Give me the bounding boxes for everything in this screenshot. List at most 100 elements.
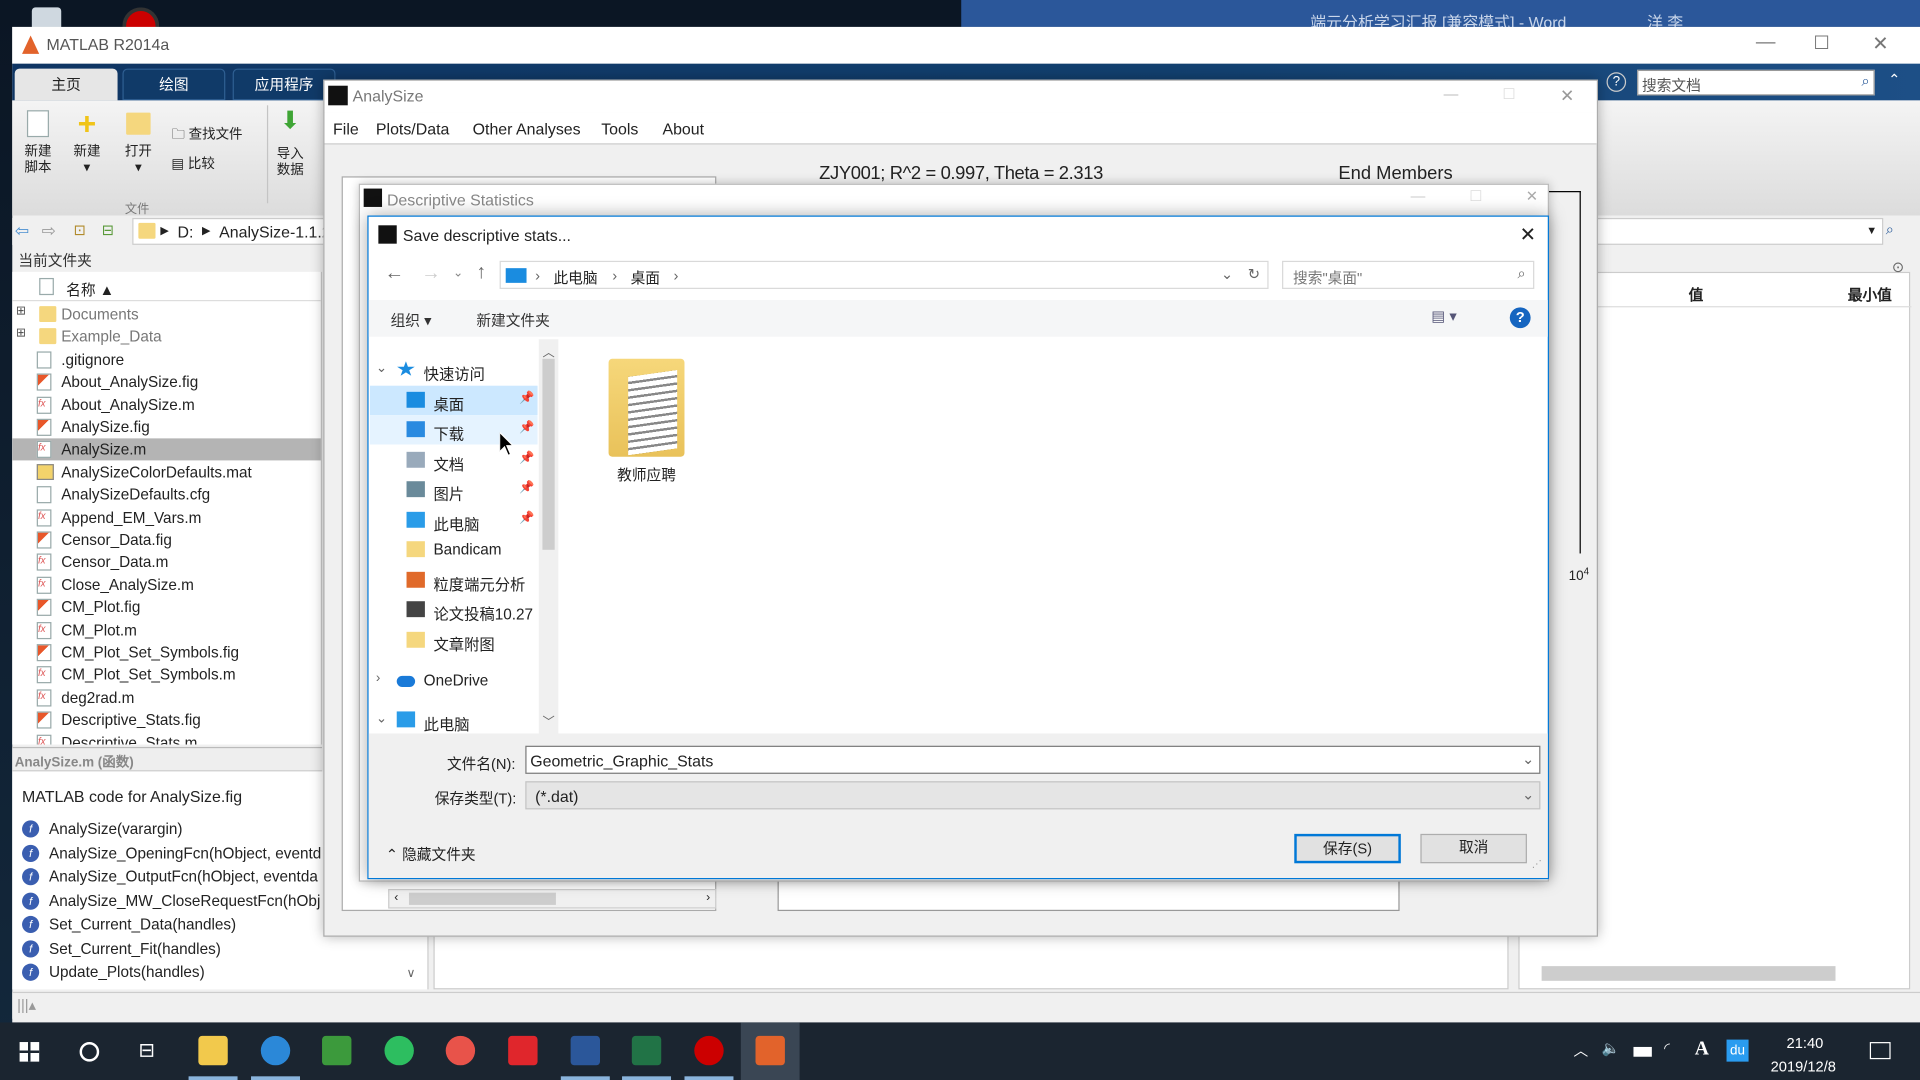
file-row[interactable]: ⊞ Documents xyxy=(12,304,321,326)
taskbar-app-chrome-like[interactable] xyxy=(431,1022,490,1080)
nav-item[interactable]: Bandicam xyxy=(370,535,538,564)
save-button[interactable]: 保存(S) xyxy=(1294,833,1401,864)
taskbar-app-evernote[interactable] xyxy=(370,1022,429,1080)
expand-icon[interactable]: ⊞ xyxy=(16,305,26,318)
import-data-button[interactable]: ⬇ 导入 数据 xyxy=(272,108,309,189)
file-row[interactable]: ⊞ Example_Data xyxy=(12,326,321,348)
menu-other-analyses[interactable]: Other Analyses xyxy=(473,120,581,138)
taskbar-app-browser[interactable] xyxy=(246,1022,305,1080)
taskbar-app-bandicam[interactable] xyxy=(679,1022,738,1080)
tab-home[interactable]: 主页 xyxy=(14,68,118,101)
up-folder-icon[interactable]: ⊡ xyxy=(73,222,85,239)
ime-indicator[interactable]: A xyxy=(1695,1038,1709,1060)
nav-item[interactable]: 文章附图 xyxy=(370,626,538,655)
breadcrumb-this-pc[interactable]: 此电脑 xyxy=(553,267,597,288)
cortana-button[interactable] xyxy=(79,1042,100,1062)
search-icon[interactable]: ⌕ xyxy=(1886,220,1894,238)
help-icon[interactable]: ? xyxy=(1606,72,1627,92)
maximize-button[interactable]: ☐ xyxy=(1813,32,1829,54)
nav-item[interactable]: 此电脑 📌 xyxy=(370,506,538,535)
address-bar[interactable]: › 此电脑 › 桌面 › ⌄ ↻ xyxy=(499,260,1269,289)
search-docs-input[interactable]: 搜索文档 ⌕ xyxy=(1637,69,1875,96)
breadcrumb-desktop[interactable]: 桌面 xyxy=(631,267,660,288)
file-list-header[interactable]: 名称 ▲ xyxy=(12,272,321,302)
file-row[interactable]: fx deg2rad.m xyxy=(12,687,321,709)
menu-about[interactable]: About xyxy=(662,120,704,138)
bandicam-desktop-icon[interactable] xyxy=(122,7,160,27)
close-button[interactable]: ✕ xyxy=(1872,32,1888,56)
menu-tools[interactable]: Tools xyxy=(601,120,638,138)
nav-item[interactable]: 论文投稿10.27 xyxy=(370,595,538,624)
status-grip-icon[interactable]: |||▴ xyxy=(17,997,36,1014)
close-button[interactable]: ✕ xyxy=(1520,223,1536,247)
taskbar-app-excel[interactable] xyxy=(617,1022,676,1080)
nav-scrollbar[interactable]: ︿ ﹀ xyxy=(538,339,559,734)
filetype-select[interactable]: (*.dat) ⌄ xyxy=(525,781,1541,810)
organize-button[interactable]: 组织 ▾ xyxy=(391,310,432,331)
taskbar-app-utorrent[interactable] xyxy=(308,1022,367,1080)
file-row[interactable]: fx CM_Plot.m xyxy=(12,619,321,641)
volume-icon[interactable]: 🔈 xyxy=(1602,1040,1620,1057)
file-row[interactable]: Censor_Data.fig xyxy=(12,529,321,551)
collapse-ribbon-icon[interactable]: ⌃ xyxy=(1888,71,1900,88)
hide-folders-toggle[interactable]: ⌃ 隐藏文件夹 xyxy=(386,844,476,865)
compare-button[interactable]: ▤ 比较 xyxy=(171,153,214,173)
start-button[interactable] xyxy=(19,1042,40,1062)
file-row[interactable]: fx Descriptive_Stats.m xyxy=(12,732,321,745)
minimize-button[interactable]: — xyxy=(1756,32,1776,54)
taskbar-app-file-explorer[interactable] xyxy=(184,1022,243,1080)
chevron-down-icon[interactable]: ⌄ xyxy=(376,710,387,726)
forward-button[interactable]: → xyxy=(421,263,441,285)
chevron-down-icon[interactable]: ⌄ xyxy=(1522,786,1534,803)
search-input[interactable]: 搜索"桌面" ⌕ xyxy=(1282,260,1535,289)
up-button[interactable]: ↑ xyxy=(476,262,486,284)
chevron-down-icon[interactable]: ⌄ xyxy=(376,360,387,376)
column-value[interactable]: 值 xyxy=(1689,284,1704,305)
file-row[interactable]: AnalySizeDefaults.cfg xyxy=(12,484,321,506)
file-row[interactable]: Descriptive_Stats.fig xyxy=(12,709,321,731)
recent-locations-button[interactable]: ⌄ xyxy=(453,267,463,280)
analysize-titlebar[interactable]: AnalySize — ☐ ✕ xyxy=(324,80,1597,113)
nav-item[interactable]: ⌄ 此电脑 xyxy=(370,705,538,733)
taskbar-app-netease-music[interactable] xyxy=(493,1022,552,1080)
nav-item[interactable]: 粒度端元分析 xyxy=(370,566,538,595)
scroll-down-arrow[interactable]: ∨ xyxy=(407,967,416,980)
file-row[interactable]: fx Close_AnalySize.m xyxy=(12,574,321,596)
search-icon[interactable]: ⌕ xyxy=(1862,72,1870,90)
nav-item[interactable]: ⌄ 快速访问 xyxy=(370,355,538,384)
expand-icon[interactable]: ⊞ xyxy=(16,327,26,340)
file-row[interactable]: AnalySize.fig xyxy=(12,416,321,438)
file-row[interactable]: About_AnalySize.fig xyxy=(12,371,321,393)
function-item[interactable]: f Update_Plots(handles) xyxy=(22,961,426,983)
file-row[interactable]: .gitignore xyxy=(12,349,321,371)
maximize-button[interactable]: ☐ xyxy=(1469,187,1482,204)
filename-input[interactable]: Geometric_Graphic_Stats ⌄ xyxy=(525,745,1541,774)
file-item-folder[interactable]: 教师应聘 xyxy=(595,354,698,489)
nav-scrollbar-thumb[interactable] xyxy=(542,358,555,550)
command-path-field[interactable]: ▼ xyxy=(1579,217,1884,245)
pin-icon[interactable]: 📌 xyxy=(519,421,534,434)
refresh-icon[interactable]: ↻ xyxy=(1248,266,1260,283)
nav-item[interactable]: 图片 📌 xyxy=(370,475,538,504)
pin-icon[interactable]: 📌 xyxy=(519,481,534,494)
open-button[interactable]: 打开 ▾ xyxy=(120,108,157,189)
help-icon[interactable]: ? xyxy=(1509,307,1531,329)
recycle-bin-icon[interactable] xyxy=(31,7,62,27)
tab-plots[interactable]: 绘图 xyxy=(122,68,226,101)
task-view-button[interactable]: ⊟ xyxy=(138,1038,154,1062)
minimize-button[interactable]: — xyxy=(1444,86,1459,103)
file-row[interactable]: AnalySizeColorDefaults.mat xyxy=(12,461,321,483)
word-window-titlebar[interactable]: 端元分析学习汇报 [兼容模式] - Word 洋 李 xyxy=(961,0,1920,32)
view-options-icon[interactable]: ▤ ▾ xyxy=(1431,307,1456,324)
back-button[interactable]: ← xyxy=(384,263,404,285)
dropdown-icon[interactable]: ▼ xyxy=(1866,224,1877,236)
chevron-right-icon[interactable]: › xyxy=(376,671,380,686)
function-item[interactable]: f Set_Current_Fit(handles) xyxy=(22,937,426,959)
workspace-menu-icon[interactable]: ⊙ xyxy=(1892,258,1904,275)
browse-folder-icon[interactable]: ⊟ xyxy=(102,222,114,239)
find-files-button[interactable]: 🗀 查找文件 xyxy=(171,124,242,147)
file-row[interactable]: fx Append_EM_Vars.m xyxy=(12,506,321,528)
file-row[interactable]: fx CM_Plot_Set_Symbols.m xyxy=(12,664,321,686)
cancel-button[interactable]: 取消 xyxy=(1420,833,1527,864)
pin-icon[interactable]: 📌 xyxy=(519,452,534,465)
